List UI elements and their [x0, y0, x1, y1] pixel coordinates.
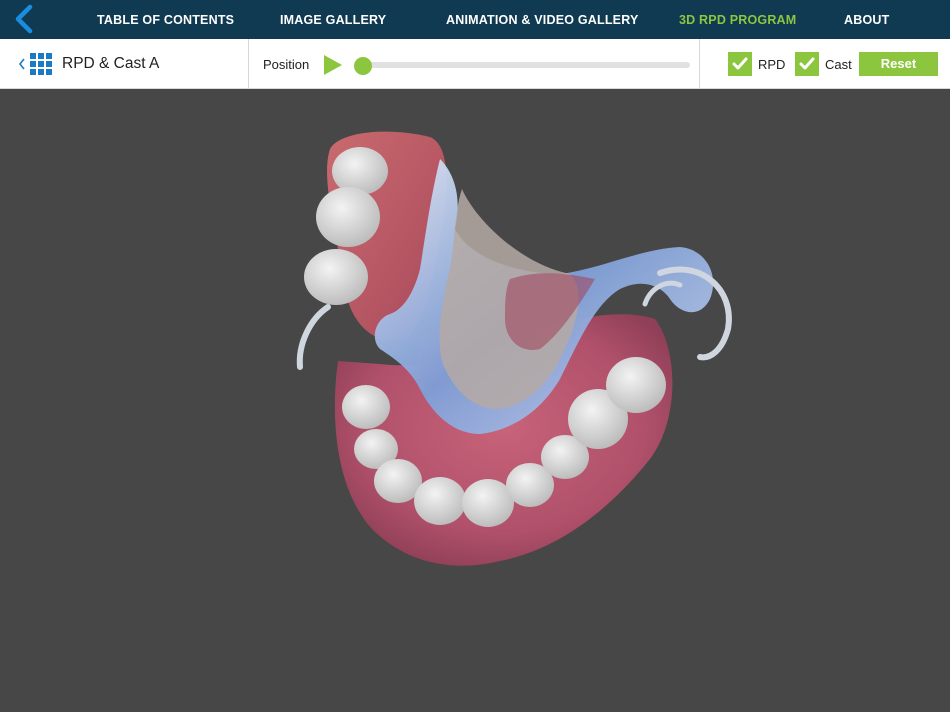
- nav-item-3d-rpd-program[interactable]: 3D RPD PROGRAM: [679, 0, 796, 39]
- toolbar-divider: [248, 39, 249, 89]
- nav-item-animation-video-gallery[interactable]: ANIMATION & VIDEO GALLERY: [446, 0, 639, 39]
- rpd-checkbox-label: RPD: [758, 56, 786, 72]
- grid-menu-icon: [30, 53, 52, 75]
- position-slider[interactable]: [354, 57, 690, 75]
- cast-checkbox-label: Cast: [825, 56, 852, 72]
- back-chevron-icon[interactable]: [10, 4, 38, 34]
- chevron-left-icon: [18, 58, 25, 70]
- checkmark-icon: [728, 52, 752, 76]
- position-label: Position: [263, 57, 310, 72]
- rpd-checkbox[interactable]: RPD: [728, 52, 785, 76]
- nav-item-image-gallery[interactable]: IMAGE GALLERY: [280, 0, 386, 39]
- 3d-viewport[interactable]: [0, 89, 950, 712]
- reset-button[interactable]: Reset: [859, 52, 938, 76]
- slider-track: [354, 62, 690, 68]
- toolbar: RPD & Cast A Position RPD Cast Reset: [0, 39, 950, 89]
- model-title: RPD & Cast A: [62, 55, 160, 72]
- nav-item-about[interactable]: ABOUT: [844, 0, 889, 39]
- play-icon[interactable]: [322, 54, 344, 76]
- top-navigation-bar: TABLE OF CONTENTS IMAGE GALLERY ANIMATIO…: [0, 0, 950, 39]
- toolbar-divider: [699, 39, 700, 89]
- cast-checkbox[interactable]: Cast: [795, 52, 852, 76]
- nav-item-table-of-contents[interactable]: TABLE OF CONTENTS: [97, 0, 234, 39]
- slider-thumb[interactable]: [354, 57, 372, 75]
- model-selector[interactable]: RPD & Cast A: [18, 39, 159, 89]
- dental-model-image[interactable]: [0, 89, 950, 712]
- checkmark-icon: [795, 52, 819, 76]
